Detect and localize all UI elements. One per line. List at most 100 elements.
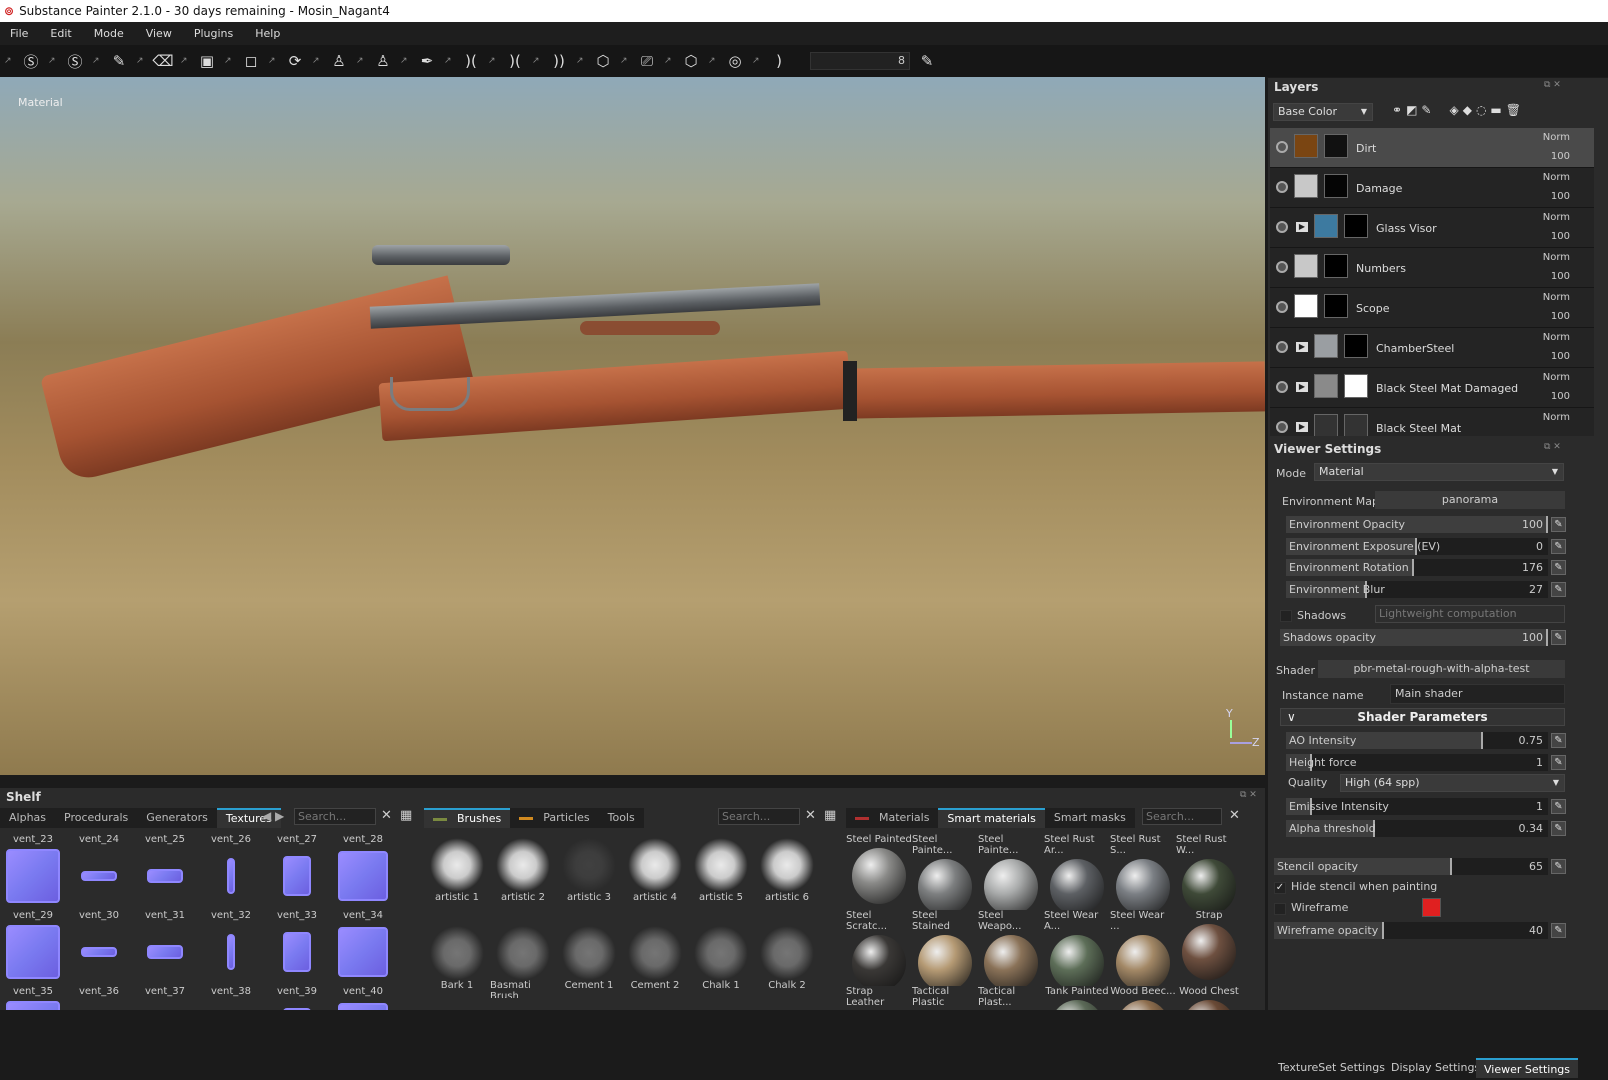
slider-wireframe-opacity[interactable]: Wireframe opacity 40 [1274, 922, 1548, 939]
clear-icon[interactable]: ✎ [1421, 103, 1431, 117]
wireframe-color-swatch[interactable] [1422, 898, 1441, 917]
material-item[interactable]: Steel Wear ... [1110, 910, 1176, 986]
menu-plugins[interactable]: Plugins [194, 27, 233, 40]
popout-icon[interactable]: ↗ [664, 56, 674, 66]
shelf-tab-particles[interactable]: Particles [510, 808, 599, 828]
camera-icon[interactable]: ⎚ [634, 48, 660, 74]
texture-item[interactable]: vent_39 [264, 986, 330, 1010]
blend-mode[interactable]: Norm [1543, 212, 1570, 223]
texture-item[interactable]: vent_37 [132, 986, 198, 1010]
texture-item[interactable]: vent_36 [66, 986, 132, 1010]
texture-item[interactable]: vent_34 [330, 910, 396, 986]
texture-item[interactable]: vent_26 [198, 834, 264, 910]
grid-view-icon[interactable]: ▦ [400, 808, 412, 823]
shader-button[interactable]: pbr-metal-rough-with-alpha-test [1318, 660, 1565, 678]
brush-item[interactable]: artistic 2 [490, 834, 556, 910]
brush-item[interactable]: artistic 4 [622, 834, 688, 910]
layer-opacity[interactable]: 100 [1551, 271, 1570, 282]
iray-icon[interactable]: ) [766, 48, 792, 74]
material-item[interactable]: Tank Painted [1044, 986, 1110, 1010]
folder-expand-icon[interactable]: ▶ [1296, 422, 1308, 432]
popout-icon[interactable]: ↗ [312, 56, 322, 66]
add-mask-icon[interactable]: ◩ [1406, 103, 1417, 117]
popout-icon[interactable]: ↗ [752, 56, 762, 66]
popout-icon[interactable]: ↗ [444, 56, 454, 66]
brush-item[interactable]: Chalk 2 [754, 922, 820, 998]
material-item[interactable]: Tactical Plast... [978, 986, 1044, 1010]
popout-icon[interactable]: ↗ [708, 56, 718, 66]
menu-view[interactable]: View [146, 27, 172, 40]
delete-layer-icon[interactable]: 🗑 [1506, 103, 1521, 117]
blend-mode[interactable]: Norm [1543, 292, 1570, 303]
clear-search-icon[interactable]: ✕ [381, 808, 392, 823]
3d-viewport[interactable]: Material Y Z [0, 77, 1265, 775]
shelf-tab-tools[interactable]: Tools [598, 808, 644, 828]
popout-icon[interactable]: ↗ [488, 56, 498, 66]
texture-item[interactable]: vent_23 [0, 834, 66, 910]
edit-value-pen-icon[interactable]: ✎ [1551, 581, 1566, 597]
eraser-icon[interactable]: ⌫ [150, 48, 176, 74]
visibility-eye-icon[interactable] [1276, 181, 1288, 193]
edit-value-pen-icon[interactable]: ✎ [1551, 538, 1566, 554]
projection-icon[interactable]: ▣ [194, 48, 220, 74]
material-item[interactable]: Wood Chest [1176, 986, 1242, 1010]
shadows-mode-dropdown[interactable]: Lightweight computation [1375, 605, 1565, 623]
popout-icon[interactable]: ↗ [48, 56, 58, 66]
material-item[interactable]: Steel Stained [912, 910, 978, 986]
brushes-search-input[interactable]: Search... [718, 808, 800, 825]
shelf-tab-brushes[interactable]: Brushes [424, 808, 511, 828]
popout-icon[interactable]: ↗ [92, 56, 102, 66]
edit-value-pen-icon[interactable]: ✎ [1551, 820, 1566, 836]
layer-opacity[interactable]: 100 [1551, 391, 1570, 402]
slider-emissive-intensity[interactable]: Emissive Intensity 1 [1286, 798, 1548, 815]
pen-icon[interactable]: ✎ [914, 48, 940, 74]
texture-item[interactable]: vent_24 [66, 834, 132, 910]
symmetry-x-icon[interactable]: )( [502, 48, 528, 74]
material-item[interactable]: Steel Rust S... [1110, 834, 1176, 910]
edit-value-pen-icon[interactable]: ✎ [1551, 754, 1566, 770]
edit-value-pen-icon[interactable]: ✎ [1551, 799, 1566, 814]
slider-ao-intensity[interactable]: AO Intensity 0.75 [1286, 732, 1548, 749]
substance-source-icon[interactable]: Ⓢ [62, 48, 88, 74]
slider-stencil-opacity[interactable]: Stencil opacity 65 [1274, 858, 1548, 875]
layer-row[interactable]: ▶ Glass Visor Norm 100 [1270, 208, 1594, 248]
popout-icon[interactable]: ↗ [224, 56, 234, 66]
layer-row[interactable]: ▶ ChamberSteel Norm 100 [1270, 328, 1594, 368]
material-item[interactable]: Strap Leather [846, 986, 912, 1010]
env-map-button[interactable]: panorama [1375, 491, 1565, 509]
hide-stencil-checkbox[interactable]: ✓ [1274, 882, 1286, 894]
material-item[interactable]: Tactical Plastic [912, 986, 978, 1010]
visibility-eye-icon[interactable] [1276, 221, 1288, 233]
material-item[interactable]: Steel Painte... [912, 834, 978, 910]
brush-item[interactable]: artistic 3 [556, 834, 622, 910]
wireframe-checkbox[interactable] [1274, 903, 1286, 915]
add-effect-icon[interactable]: ⚭ [1392, 103, 1402, 117]
blend-mode[interactable]: Norm [1543, 412, 1570, 423]
popout-icon[interactable]: ↗ [400, 56, 410, 66]
edit-value-pen-icon[interactable]: ✎ [1551, 630, 1566, 645]
add-fill-layer-icon[interactable]: ◆ [1463, 103, 1472, 117]
brush-item[interactable]: artistic 5 [688, 834, 754, 910]
menu-help[interactable]: Help [255, 27, 280, 40]
shelf-tab-materials[interactable]: Materials [846, 808, 939, 828]
popout-icon[interactable]: ↗ [4, 56, 14, 66]
brush-item[interactable]: artistic 1 [424, 834, 490, 910]
layers-window-controls[interactable]: ⧉ ✕ [1544, 80, 1561, 90]
visibility-eye-icon[interactable] [1276, 261, 1288, 273]
layer-row[interactable]: ▶ Black Steel Mat Damaged Norm 100 [1270, 368, 1594, 408]
shelf-tab-procedurals[interactable]: Procedurals [55, 808, 138, 828]
viewer-window-controls[interactable]: ⧉ ✕ [1544, 442, 1561, 452]
view-3d-icon[interactable]: ⬡ [590, 48, 616, 74]
clone-stamp-icon[interactable]: ♙ [370, 48, 396, 74]
clear-search-icon[interactable]: ✕ [1229, 808, 1240, 823]
layer-opacity[interactable]: 100 [1551, 231, 1570, 242]
texture-item[interactable]: vent_25 [132, 834, 198, 910]
folder-expand-icon[interactable]: ▶ [1296, 342, 1308, 352]
visibility-eye-icon[interactable] [1276, 141, 1288, 153]
edit-value-pen-icon[interactable]: ✎ [1551, 733, 1566, 748]
material-item[interactable]: Steel Wear A... [1044, 910, 1110, 986]
layer-row[interactable]: Damage Norm 100 [1270, 168, 1594, 208]
smudge-icon[interactable]: ⟳ [282, 48, 308, 74]
shadows-checkbox[interactable] [1280, 610, 1292, 622]
shelf-tab-alphas[interactable]: Alphas [0, 808, 56, 828]
